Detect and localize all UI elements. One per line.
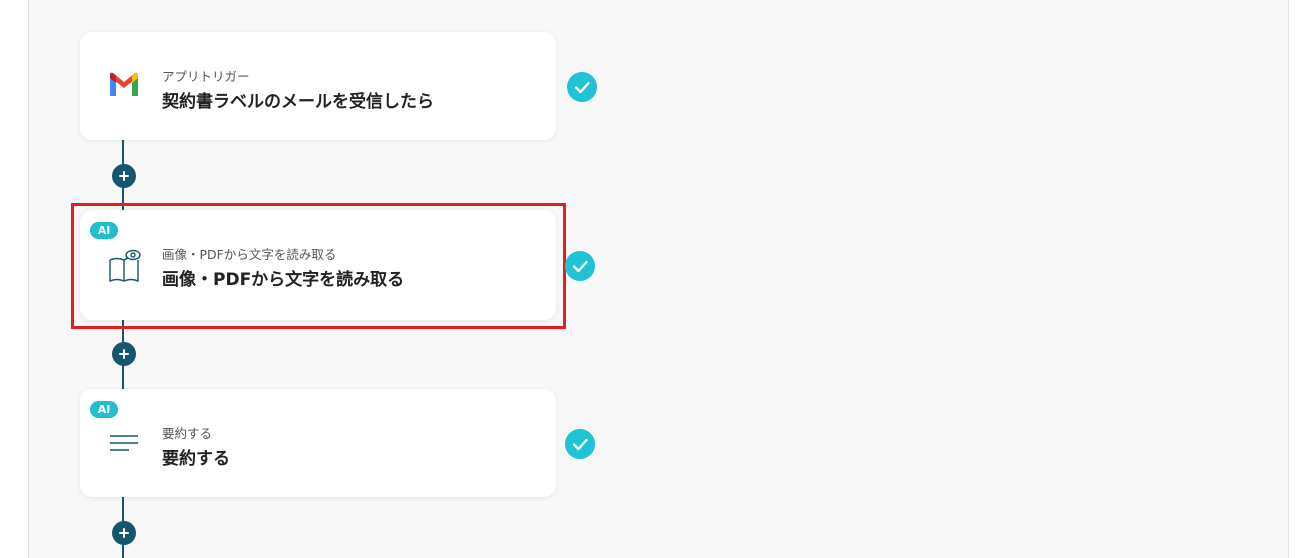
gmail-icon	[107, 70, 141, 104]
check-icon	[565, 429, 595, 459]
flow-step-card-trigger[interactable]: アプリトリガー 契約書ラベルのメールを受信したら	[80, 32, 556, 140]
flow-step-card-summary[interactable]: AI 要約する 要約する	[80, 389, 556, 497]
step-title: 契約書ラベルのメールを受信したら	[162, 92, 434, 112]
summary-lines-icon	[107, 429, 141, 463]
step-title: 要約する	[162, 449, 230, 469]
selection-highlight	[71, 203, 566, 329]
add-step-button[interactable]	[112, 521, 136, 545]
add-step-button[interactable]	[112, 164, 136, 188]
step-subtitle: アプリトリガー	[162, 69, 250, 84]
ai-badge: AI	[90, 401, 118, 418]
step-subtitle: 要約する	[162, 426, 213, 441]
check-icon	[567, 72, 597, 102]
add-step-button[interactable]	[112, 342, 136, 366]
check-icon	[565, 251, 595, 281]
